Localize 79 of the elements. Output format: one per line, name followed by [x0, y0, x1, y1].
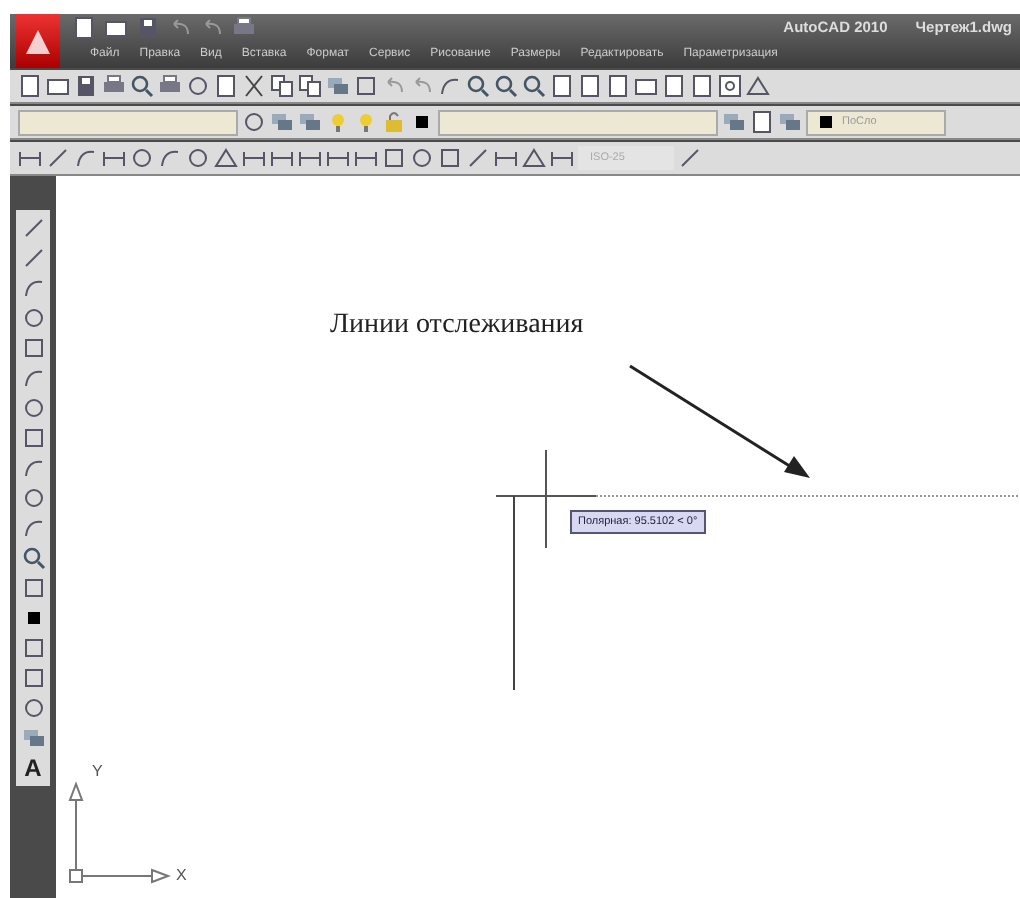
triangle-icon[interactable] — [214, 146, 238, 170]
circle-icon[interactable] — [21, 486, 45, 510]
dimension-icon[interactable] — [326, 146, 350, 170]
dimension-icon[interactable] — [550, 146, 574, 170]
page-icon[interactable] — [18, 74, 42, 98]
layers-icon[interactable] — [722, 110, 746, 134]
magnifier-icon[interactable] — [466, 74, 490, 98]
circle-icon[interactable] — [242, 110, 266, 134]
dimension-icon[interactable] — [270, 146, 294, 170]
bulb-icon[interactable] — [354, 110, 378, 134]
page-icon[interactable] — [606, 74, 630, 98]
triangle-icon[interactable] — [522, 146, 546, 170]
square-icon[interactable] — [438, 146, 462, 170]
square-icon[interactable] — [21, 576, 45, 600]
printer-icon[interactable] — [158, 74, 182, 98]
circle-icon[interactable] — [21, 696, 45, 720]
scissors-icon[interactable] — [242, 74, 266, 98]
page-icon[interactable] — [214, 74, 238, 98]
page-icon[interactable] — [690, 74, 714, 98]
arc-icon[interactable] — [438, 74, 462, 98]
square-icon[interactable] — [382, 146, 406, 170]
square-icon[interactable] — [21, 426, 45, 450]
arc-icon[interactable] — [21, 456, 45, 480]
dimension-icon[interactable] — [354, 146, 378, 170]
square-icon[interactable] — [354, 74, 378, 98]
square-icon[interactable] — [21, 666, 45, 690]
layers-icon[interactable] — [21, 726, 45, 750]
circle-icon[interactable] — [186, 146, 210, 170]
dimension-icon[interactable] — [242, 146, 266, 170]
magnifier-icon[interactable] — [522, 74, 546, 98]
annotation-label: Линии отслеживания — [330, 308, 584, 344]
square-icon[interactable] — [21, 636, 45, 660]
triangle-icon[interactable] — [746, 74, 770, 98]
dimension-icon[interactable] — [102, 146, 126, 170]
magnifier-icon[interactable] — [130, 74, 154, 98]
line-icon[interactable] — [46, 146, 70, 170]
layers-icon[interactable] — [326, 74, 350, 98]
circle-icon[interactable] — [410, 146, 434, 170]
copy-icon[interactable] — [298, 74, 322, 98]
layers-icon[interactable] — [270, 110, 294, 134]
printer-icon[interactable] — [102, 74, 126, 98]
line-icon[interactable] — [21, 216, 45, 240]
page-icon[interactable] — [72, 15, 96, 39]
line-icon[interactable] — [466, 146, 490, 170]
magnifier-icon[interactable] — [21, 546, 45, 570]
bulb-icon[interactable] — [326, 110, 350, 134]
page-icon[interactable] — [662, 74, 686, 98]
undo-icon[interactable] — [200, 15, 224, 39]
line-icon[interactable] — [21, 246, 45, 270]
layers-icon[interactable] — [778, 110, 802, 134]
text-tool-button[interactable]: A — [24, 756, 42, 780]
copy-icon[interactable] — [270, 74, 294, 98]
ucs-icon — [68, 781, 171, 884]
magnifier-icon[interactable] — [494, 74, 518, 98]
page-icon[interactable] — [550, 74, 574, 98]
logo-icon[interactable] — [16, 14, 60, 68]
layers-icon[interactable] — [298, 110, 322, 134]
circle-icon[interactable] — [21, 396, 45, 420]
undo-icon[interactable] — [168, 15, 192, 39]
dimension-icon[interactable] — [18, 146, 42, 170]
arc-icon[interactable] — [21, 276, 45, 300]
arc-icon[interactable] — [21, 366, 45, 390]
arc-icon[interactable] — [74, 146, 98, 170]
dimension-icon[interactable] — [494, 146, 518, 170]
circle-icon[interactable] — [130, 146, 154, 170]
arc-icon[interactable] — [21, 516, 45, 540]
circle-icon[interactable] — [186, 74, 210, 98]
printer-icon[interactable] — [232, 15, 256, 39]
circle-icon[interactable] — [21, 306, 45, 330]
square-icon[interactable] — [21, 336, 45, 360]
color-swatch-icon — [814, 110, 838, 134]
ucs-y-label: Y — [92, 764, 103, 780]
arc-icon[interactable] — [158, 146, 182, 170]
page-icon[interactable] — [750, 110, 774, 134]
line-icon[interactable] — [678, 146, 702, 170]
dimension-icon[interactable] — [298, 146, 322, 170]
ucs-x-label: X — [176, 868, 187, 884]
page-icon[interactable] — [578, 74, 602, 98]
color-swatch-icon[interactable] — [410, 110, 434, 134]
